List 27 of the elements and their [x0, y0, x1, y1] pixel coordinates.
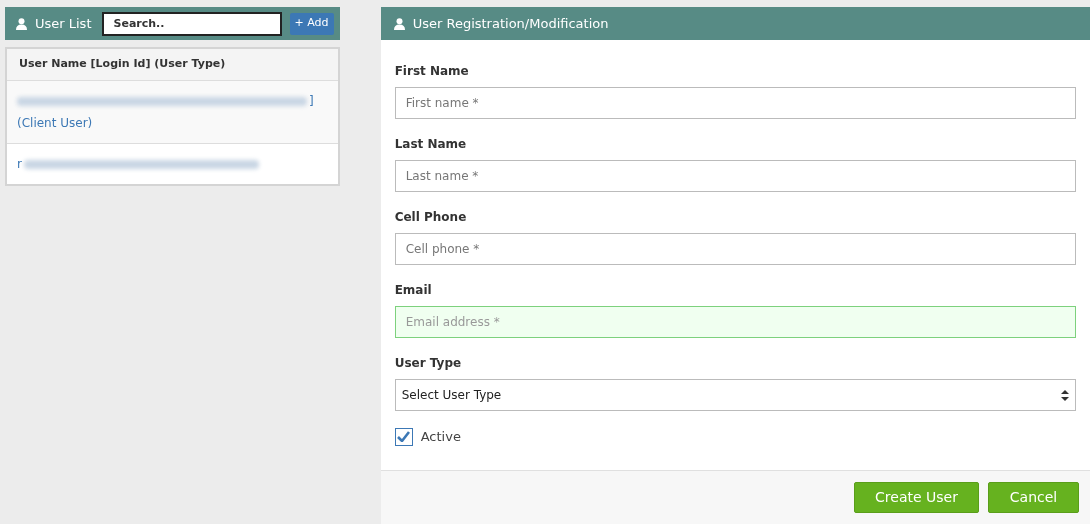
create-button[interactable]: Create User [854, 482, 979, 513]
table-row[interactable]: ] (Client User) [7, 81, 338, 144]
field-label: Cell Phone [394, 209, 467, 226]
field-label: First Name [394, 63, 469, 80]
search-field[interactable]: Search.. [101, 11, 282, 36]
add-button[interactable]: + Add [289, 12, 334, 35]
field-label: Last Name [394, 136, 467, 153]
user-icon [16, 17, 27, 30]
input-field[interactable]: Email address * [394, 306, 1076, 338]
row-text: (Client User) [17, 115, 93, 132]
checkbox-label: Active [420, 428, 461, 446]
user-icon [393, 17, 405, 30]
panel-title: User Registration/Modification [412, 14, 609, 33]
row-text: ] [309, 93, 314, 110]
cancel-button[interactable]: Cancel [988, 482, 1079, 513]
row-text: r [17, 156, 22, 173]
column-header: User Name [Login Id] (User Type) [7, 49, 338, 81]
input-field[interactable]: Last name * [394, 160, 1076, 192]
sort-icon [1061, 389, 1069, 401]
select-field[interactable]: Select User Type [394, 379, 1076, 411]
field-label: User Type [394, 355, 462, 372]
panel-title: User List [35, 14, 92, 33]
input-field[interactable]: Cell phone * [394, 233, 1076, 265]
input-field[interactable]: First name * [394, 87, 1076, 119]
checkmark-icon [397, 431, 411, 443]
checkbox[interactable] [394, 427, 413, 446]
field-label: Email [394, 282, 432, 299]
